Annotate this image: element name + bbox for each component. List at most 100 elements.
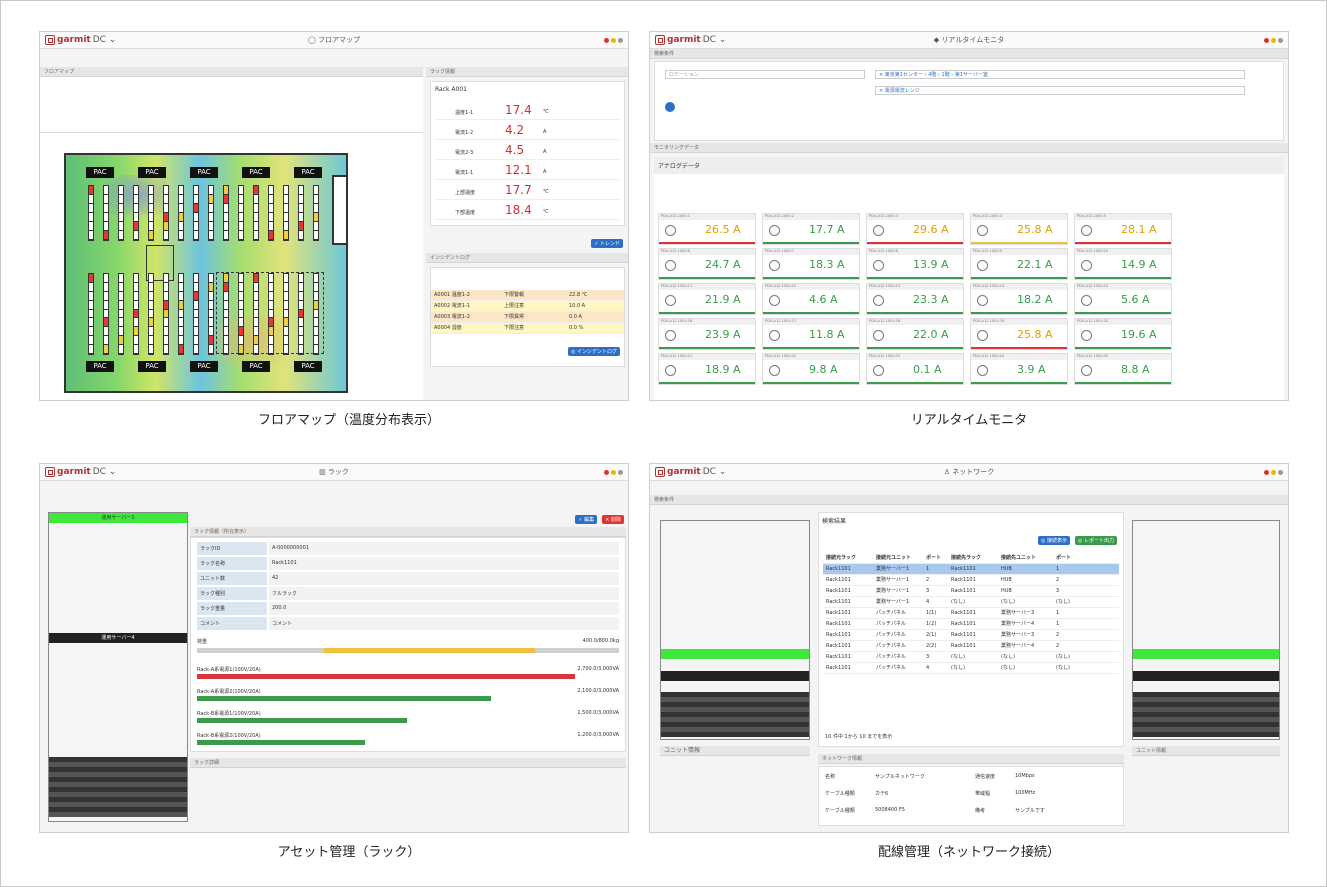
monitor-card[interactable]: PDU-A12-100V-3 29.6 A xyxy=(866,213,964,245)
rack-column[interactable] xyxy=(163,185,169,241)
floor-map-canvas[interactable]: PAC PAC PAC PAC PAC PAC PAC PAC PAC PAC xyxy=(64,153,348,393)
unit-server-1[interactable]: 運用サーバー1 xyxy=(49,513,187,523)
monitor-card[interactable]: PDU-A12-100V-8 13.9 A xyxy=(866,248,964,280)
table-row[interactable]: Rack1101 パッチパネル 2(2) Rack1101 業務サーバー4 2 xyxy=(823,641,1119,652)
log-row[interactable]: A0002 電流1-1 上限注意 10.0 A xyxy=(431,301,624,312)
rack-column[interactable] xyxy=(178,273,184,355)
monitor-card[interactable]: PDU-A12-100V-4 25.8 A xyxy=(970,213,1068,245)
table-row[interactable]: Rack1101 パッチパネル 3 (なし) (なし) (なし) xyxy=(823,652,1119,663)
monitor-card[interactable]: PDU-A12-100V-13 23.3 A xyxy=(866,283,964,315)
monitor-card[interactable]: PDU-A12-100V-17 11.8 A xyxy=(762,318,860,350)
header-alerts[interactable] xyxy=(604,37,623,43)
rack-column[interactable] xyxy=(238,273,244,355)
log-row[interactable]: A0004 湿度 下限注意 0.0 % xyxy=(431,323,624,334)
monitor-card[interactable]: PDU-A12-100V-24 3.9 A xyxy=(970,353,1068,385)
rack-column[interactable] xyxy=(163,273,169,355)
monitor-card[interactable]: PDU-A12-100V-12 4.6 A xyxy=(762,283,860,315)
garmit-logo[interactable]: garmit DC ⌄ xyxy=(655,467,726,477)
rack-field-value[interactable]: コメント xyxy=(269,617,619,630)
rack-column[interactable] xyxy=(313,185,319,241)
garmit-logo[interactable]: garmit DC ⌄ xyxy=(45,467,116,477)
monitor-card[interactable]: PDU-A12-100V-21 18.9 A xyxy=(658,353,756,385)
rack-column[interactable] xyxy=(223,273,229,355)
rack-column[interactable] xyxy=(298,273,304,355)
rack-column[interactable] xyxy=(133,185,139,241)
garmit-logo[interactable]: garmit DC ⌄ xyxy=(45,35,116,45)
rack-column[interactable] xyxy=(268,185,274,241)
rack-column[interactable] xyxy=(268,273,274,355)
report-output-button[interactable]: ◎ レポート出力 xyxy=(1075,536,1117,545)
rack-column[interactable] xyxy=(178,185,184,241)
rack-field-value[interactable]: 200.0 xyxy=(269,602,619,615)
column-header[interactable]: 接続先ユニット xyxy=(998,553,1053,563)
table-row[interactable]: Rack1101 業務サーバー1 3 Rack1101 HUB 3 xyxy=(823,586,1119,597)
table-row[interactable]: Rack1101 業務サーバー1 1 Rack1101 HUB 1 xyxy=(823,564,1119,575)
monitor-card[interactable]: PDU-A12-100V-19 25.8 A xyxy=(970,318,1068,350)
connection-view-button[interactable]: ◎ 接続表示 xyxy=(1038,536,1070,545)
rack-column[interactable] xyxy=(103,273,109,355)
rack-column[interactable] xyxy=(88,273,94,355)
table-row[interactable]: Rack1101 パッチパネル 1(1) Rack1101 業務サーバー3 1 xyxy=(823,608,1119,619)
header-alerts[interactable] xyxy=(1264,37,1283,43)
column-header[interactable]: 接続元ユニット xyxy=(873,553,923,563)
rack-column[interactable] xyxy=(148,273,154,355)
monitor-card[interactable]: PDU-A12-100V-14 18.2 A xyxy=(970,283,1068,315)
rack-column[interactable] xyxy=(313,273,319,355)
monitor-card[interactable]: PDU-A12-100V-7 18.3 A xyxy=(762,248,860,280)
monitor-card[interactable]: PDU-A12-100V-6 24.7 A xyxy=(658,248,756,280)
table-row[interactable]: Rack1101 パッチパネル 2(1) Rack1101 業務サーバー3 2 xyxy=(823,630,1119,641)
rack-view[interactable]: 運用サーバー1 運用サーバー4 xyxy=(48,512,188,822)
rack-field-value[interactable]: フルラック xyxy=(269,587,619,600)
column-header[interactable]: 接続先ラック xyxy=(948,553,998,563)
table-row[interactable]: Rack1101 パッチパネル 4 (なし) (なし) (なし) xyxy=(823,663,1119,674)
monitor-card[interactable]: PDU-A12-100V-16 23.9 A xyxy=(658,318,756,350)
monitor-card[interactable]: PDU-A12-100V-9 22.1 A xyxy=(970,248,1068,280)
monitor-card[interactable]: PDU-A12-100V-15 5.6 A xyxy=(1074,283,1172,315)
rack-column[interactable] xyxy=(118,273,124,355)
rack-column[interactable] xyxy=(253,273,259,355)
monitor-card[interactable]: PDU-A12-100V-10 14.9 A xyxy=(1074,248,1172,280)
add-condition-button[interactable] xyxy=(665,102,675,112)
rack-column[interactable] xyxy=(253,185,259,241)
rack-column[interactable] xyxy=(238,185,244,241)
rack-column[interactable] xyxy=(208,185,214,241)
rack-column[interactable] xyxy=(193,185,199,241)
trend-button[interactable]: ✓ トレンド xyxy=(591,239,623,248)
header-alerts[interactable] xyxy=(1264,469,1283,475)
rack-view-right[interactable] xyxy=(1132,520,1280,740)
rack-column[interactable] xyxy=(283,273,289,355)
monitor-card[interactable]: PDU-A12-100V-11 21.9 A xyxy=(658,283,756,315)
rack-column[interactable] xyxy=(133,273,139,355)
log-row[interactable]: A0003 電流1-2 下限異常 0.0 A xyxy=(431,312,624,323)
rack-view-left[interactable] xyxy=(660,520,810,740)
location-tag-input[interactable]: × 東京第1センター › 4階 › 1階 › 第1サーバー室 xyxy=(875,70,1245,79)
rack-column[interactable] xyxy=(193,273,199,355)
rack-column[interactable] xyxy=(223,185,229,241)
rack-column[interactable] xyxy=(208,273,214,355)
column-header[interactable]: ポート xyxy=(923,553,948,563)
table-row[interactable]: Rack1101 パッチパネル 1(2) Rack1101 業務サーバー4 1 xyxy=(823,619,1119,630)
column-header[interactable]: 接続元ラック xyxy=(823,553,873,563)
incident-log-button[interactable]: ◎ インシデントログ xyxy=(568,347,620,356)
rack-column[interactable] xyxy=(103,185,109,241)
rack-column[interactable] xyxy=(118,185,124,241)
table-row[interactable]: Rack1101 業務サーバー1 4 (なし) (なし) (なし) xyxy=(823,597,1119,608)
log-row[interactable]: A0001 温度1-2 下限警報 22.8 ℃ xyxy=(431,290,624,301)
rack-field-value[interactable]: 42 xyxy=(269,572,619,585)
monitor-card[interactable]: PDU-A12-100V-22 9.8 A xyxy=(762,353,860,385)
rack-field-value[interactable]: A-0000000001 xyxy=(269,542,619,555)
garmit-logo[interactable]: garmit DC ⌄ xyxy=(655,35,726,45)
edit-button[interactable]: ✓ 編集 xyxy=(575,515,598,524)
rack-column[interactable] xyxy=(88,185,94,241)
delete-button[interactable]: × 削除 xyxy=(602,515,624,524)
monitor-card[interactable]: PDU-A12-100V-2 17.7 A xyxy=(762,213,860,245)
header-alerts[interactable] xyxy=(604,469,623,475)
range-tag-input[interactable]: × 電源電流レンジ xyxy=(875,86,1245,95)
rack-column[interactable] xyxy=(283,185,289,241)
rack-column[interactable] xyxy=(298,185,304,241)
monitor-card[interactable]: PDU-A12-100V-20 19.6 A xyxy=(1074,318,1172,350)
monitor-card[interactable]: PDU-A12-100V-5 28.1 A xyxy=(1074,213,1172,245)
column-header[interactable]: ポート xyxy=(1053,553,1083,563)
monitor-card[interactable]: PDU-A12-100V-23 0.1 A xyxy=(866,353,964,385)
monitor-card[interactable]: PDU-A12-100V-18 22.0 A xyxy=(866,318,964,350)
